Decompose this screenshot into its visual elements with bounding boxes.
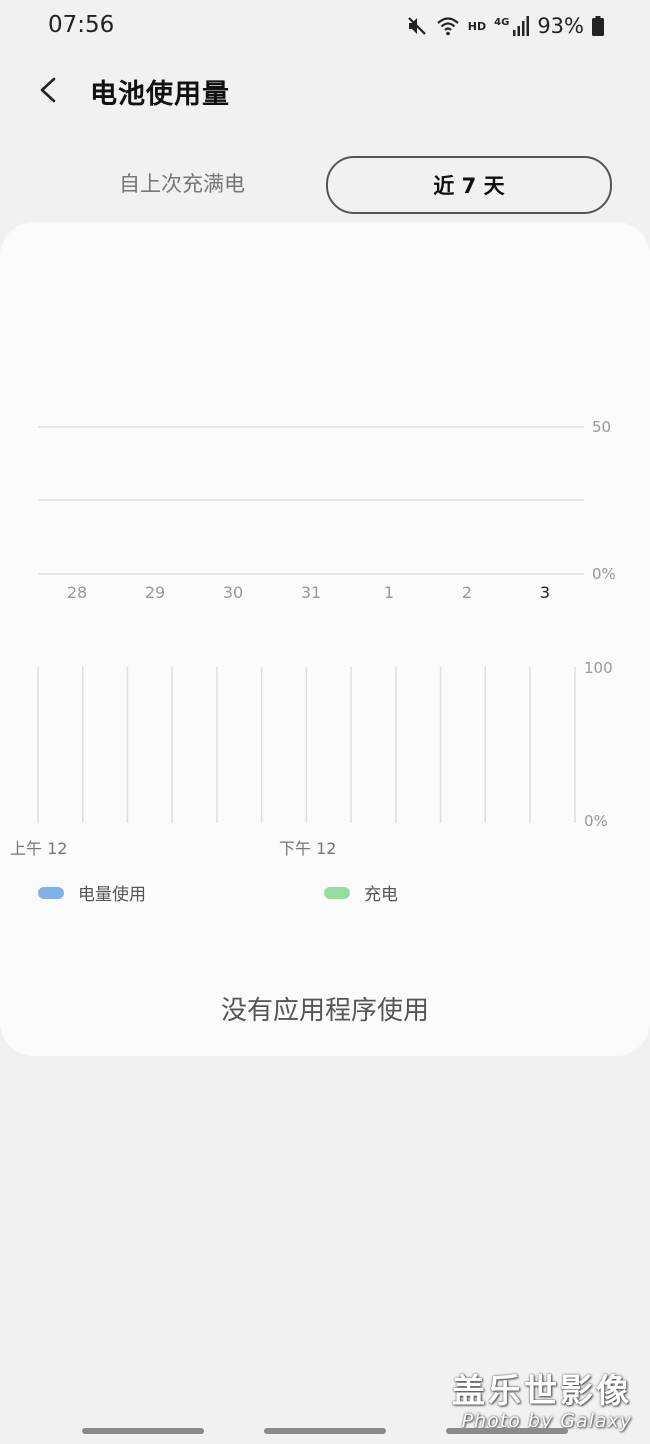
wifi-icon [436, 16, 460, 36]
network-label: 4G [494, 16, 510, 28]
mute-icon [406, 15, 428, 37]
page-title: 电池使用量 [90, 79, 230, 110]
y-tick-label-50: 50 [592, 418, 611, 436]
nav-home-button[interactable] [264, 1428, 386, 1434]
legend-charging: 充电 [324, 880, 398, 905]
x-tick-label-28[interactable]: 28 [67, 583, 87, 602]
x-tick-label-2[interactable]: 2 [462, 583, 472, 602]
hd-label: HD [467, 19, 487, 33]
daily-usage-chart: 50 0% 28 29 30 31 1 2 3 [38, 418, 616, 602]
hourly-y-tick-label-0: 0% [584, 812, 608, 830]
battery-percent: 93% [537, 14, 584, 38]
back-button[interactable] [30, 70, 70, 110]
app-header: 电池使用量 [0, 62, 650, 122]
x-tick-label-29[interactable]: 29 [145, 583, 165, 602]
hourly-usage-chart: 100 0% 上午 12 下午 12 [10, 659, 613, 858]
signal-icon [513, 16, 530, 36]
hourly-x-tick-label-pm: 下午 12 [279, 839, 336, 858]
legend-label-charging: 充电 [364, 885, 398, 905]
nav-recents-button[interactable] [82, 1428, 204, 1434]
legend-label-usage: 电量使用 [78, 885, 146, 905]
nav-back-button[interactable] [446, 1428, 568, 1434]
battery-icon [592, 16, 604, 36]
y-tick-label-0: 0% [592, 565, 616, 583]
watermark-main: 盖乐世影像 [452, 1371, 632, 1410]
back-chevron-icon [40, 77, 56, 103]
legend-battery-usage: 电量使用 [38, 880, 146, 905]
status-bar: 07:56 HD 4G 93% [0, 0, 650, 56]
watermark: 盖乐世影像 Photo by Galaxy [452, 1364, 632, 1432]
status-icons: HD 4G 93% [406, 14, 604, 38]
empty-state-message: 没有应用程序使用 [220, 996, 429, 1026]
tab-since-last-charge[interactable]: 自上次充满电 [40, 156, 324, 210]
x-tick-label-3[interactable]: 3 [540, 583, 550, 602]
hourly-y-tick-label-100: 100 [584, 659, 613, 677]
tab-last-7-days[interactable]: 近 7 天 [326, 156, 612, 214]
legend-swatch-charging [324, 886, 350, 899]
x-tick-label-1[interactable]: 1 [384, 583, 394, 602]
legend-swatch-usage [38, 886, 64, 899]
x-tick-label-31[interactable]: 31 [301, 583, 321, 602]
x-tick-label-30[interactable]: 30 [223, 583, 243, 602]
hourly-x-tick-label-am: 上午 12 [10, 839, 67, 858]
status-time: 07:56 [48, 12, 115, 38]
battery-usage-card [0, 222, 650, 1056]
